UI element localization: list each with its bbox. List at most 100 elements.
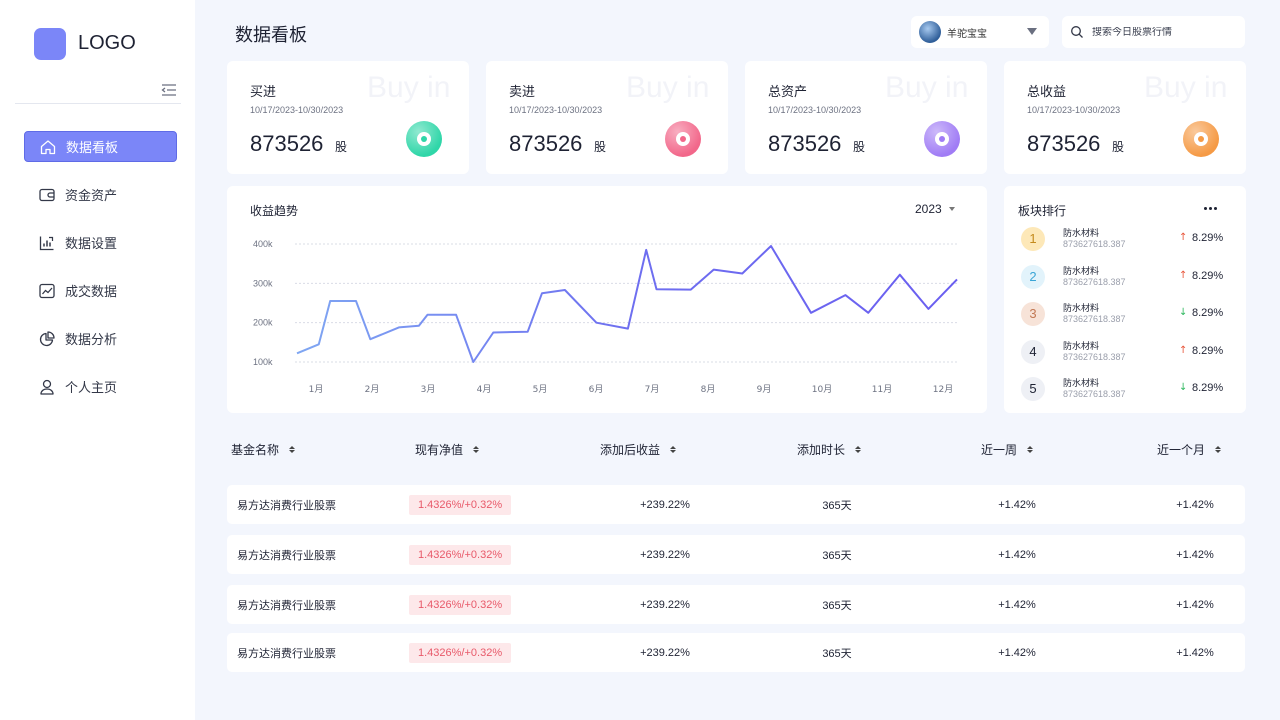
search-input[interactable]	[1092, 26, 1232, 38]
rank-name: 防水材料	[1063, 304, 1100, 314]
sidebar-item-data-settings[interactable]: 数据设置	[24, 227, 177, 258]
table-header-cell[interactable]: 基金名称	[231, 441, 296, 458]
disc-icon	[665, 121, 701, 157]
y-tick-label: 100k	[253, 357, 273, 367]
ranking-item[interactable]: 4 防水材料 873627618.387 ↑ 8.29%	[1021, 339, 1231, 377]
sidebar-item-label: 数据设置	[65, 237, 118, 252]
card-title: 总资产	[768, 85, 808, 100]
sidebar-nav: 数据看板 资金资产 数据设置 成交数据 数据分析 个人主页	[24, 131, 177, 419]
sidebar-item-trades[interactable]: 成交数据	[24, 275, 177, 306]
disc-icon	[1183, 121, 1219, 157]
user-icon	[38, 378, 56, 396]
ranking-item[interactable]: 2 防水材料 873627618.387 ↑ 8.29%	[1021, 264, 1231, 302]
ranking-title: 板块排行	[1018, 204, 1067, 218]
ranking-list: 1 防水材料 873627618.387 ↑ 8.29% 2 防水材料 873627618.3…	[1021, 226, 1231, 414]
post-add-return: +239.22%	[640, 548, 690, 561]
rank-name: 防水材料	[1063, 229, 1100, 239]
sidebar-item-funds[interactable]: 资金资产	[24, 179, 177, 210]
ranking-item[interactable]: 5 防水材料 873627618.387 ↓ 8.29%	[1021, 376, 1231, 414]
rank-code: 873627618.387	[1063, 389, 1126, 399]
header-label: 近一周	[981, 443, 1018, 457]
sidebar-item-profile[interactable]: 个人主页	[24, 371, 177, 402]
net-value-cell: 1.4326%/+0.32%	[409, 585, 512, 624]
table-header-cell[interactable]: 近一个月	[1157, 441, 1222, 458]
search-box[interactable]	[1062, 16, 1245, 48]
trend-chart-panel: 收益趋势 2023 100k 200k 300k 400k 1月 2月 3月 4月 5月 6月 7月…	[227, 186, 987, 413]
avatar	[919, 21, 941, 43]
rank-badge: 4	[1021, 339, 1045, 364]
week-change: +1.42%	[998, 548, 1036, 561]
rank-name: 防水材料	[1063, 266, 1100, 277]
sidebar-item-dashboard[interactable]: 数据看板	[24, 131, 177, 162]
card-date-range: 10/17/2023-10/30/2023	[250, 105, 344, 115]
logo-mark	[34, 28, 66, 60]
sort-icon	[473, 446, 480, 453]
sidebar-item-label: 成交数据	[65, 285, 118, 300]
x-tick-label: 11月	[872, 384, 892, 395]
x-tick-label: 7月	[645, 384, 660, 395]
more-icon[interactable]	[1204, 204, 1220, 212]
x-tick-label: 6月	[589, 384, 604, 395]
header-label: 添加后收益	[600, 443, 661, 457]
ranking-item[interactable]: 1 防水材料 873627618.387 ↑ 8.29%	[1021, 226, 1231, 264]
card-value: 873526	[1027, 131, 1101, 156]
x-tick-label: 1月	[309, 384, 324, 395]
card-watermark: Buy in	[1144, 71, 1228, 104]
sort-icon	[1027, 446, 1034, 453]
arrow-up-icon: ↑	[1179, 232, 1188, 243]
page-title: 数据看板	[235, 25, 307, 46]
x-tick-label: 10月	[812, 384, 832, 395]
table-row[interactable]: 易方达消费行业股票 1.4326%/+0.32% +239.22% 365天 +1.42…	[227, 485, 1245, 524]
x-tick-label: 3月	[421, 384, 436, 395]
arrow-up-icon: ↑	[1179, 269, 1188, 281]
sidebar-item-analysis[interactable]: 数据分析	[24, 323, 177, 354]
rank-change: 8.29%	[1192, 269, 1224, 282]
card-title: 买进	[250, 85, 277, 100]
rank-change: 8.29%	[1192, 307, 1224, 319]
search-icon	[1071, 26, 1083, 38]
fund-name: 易方达消费行业股票	[237, 499, 336, 512]
card-title: 卖进	[509, 85, 536, 100]
table-header-cell[interactable]: 现有净值	[415, 441, 480, 458]
x-tick-label: 4月	[477, 384, 492, 395]
table-header-cell[interactable]: 近一周	[981, 441, 1034, 458]
rank-code: 873627618.387	[1063, 239, 1126, 249]
table-header-cell[interactable]: 添加时长	[797, 441, 862, 458]
post-add-return: +239.22%	[640, 646, 690, 659]
x-tick-label: 5月	[533, 384, 548, 395]
ranking-item[interactable]: 3 防水材料 873627618.387 ↓ 8.29%	[1021, 301, 1231, 339]
holding-duration: 365天	[822, 599, 852, 612]
card-unit: 股	[853, 140, 866, 154]
table-row[interactable]: 易方达消费行业股票 1.4326%/+0.32% +239.22% 365天 +1.42…	[227, 535, 1245, 574]
trend-chart: 100k 200k 300k 400k 1月 2月 3月 4月 5月 6月 7月 8月 9月 10月 11月…	[253, 239, 958, 395]
user-menu[interactable]: 羊驼宝宝	[911, 16, 1049, 48]
logo-text: LOGO	[78, 32, 136, 54]
arrow-up-icon: ↑	[1179, 344, 1188, 356]
table-header: 基金名称 现有净值 添加后收益 添加时长 近一周 近一个月	[227, 438, 1245, 462]
ranking-panel: 板块排行 1 防水材料 873627618.387 ↑ 8.29% 2 防水材料 873627…	[1004, 186, 1246, 413]
header-label: 添加时长	[797, 443, 846, 457]
stat-card-total-earnings: Buy in 总收益 10/17/2023-10/30/2023 873526 …	[1004, 61, 1246, 174]
stat-card-total-assets: Buy in 总资产 10/17/2023-10/30/2023 873526 …	[745, 61, 987, 174]
card-watermark: Buy in	[885, 71, 969, 104]
week-change: +1.42%	[998, 498, 1036, 511]
x-tick-label: 2月	[365, 384, 380, 395]
x-tick-label: 9月	[757, 384, 772, 395]
card-value: 873526	[768, 131, 842, 156]
table-row[interactable]: 易方达消费行业股票 1.4326%/+0.32% +239.22% 365天 +1.42…	[227, 633, 1245, 672]
card-unit: 股	[335, 140, 348, 154]
card-value: 873526	[509, 131, 583, 156]
table-header-cell[interactable]: 添加后收益	[600, 441, 677, 458]
table-row[interactable]: 易方达消费行业股票 1.4326%/+0.32% +239.22% 365天 +1.42…	[227, 585, 1245, 624]
collapse-menu-icon[interactable]	[160, 82, 178, 98]
x-tick-label: 12月	[933, 384, 953, 395]
rank-change: 8.29%	[1192, 344, 1224, 357]
user-name: 羊驼宝宝	[947, 28, 987, 40]
arrow-down-icon: ↓	[1179, 382, 1188, 393]
rank-badge: 3	[1021, 302, 1045, 326]
sort-icon	[855, 446, 862, 453]
sidebar-item-label: 个人主页	[65, 381, 118, 396]
sidebar-item-label: 数据看板	[66, 141, 119, 156]
net-value-cell: 1.4326%/+0.32%	[409, 485, 512, 524]
card-unit: 股	[594, 140, 607, 154]
